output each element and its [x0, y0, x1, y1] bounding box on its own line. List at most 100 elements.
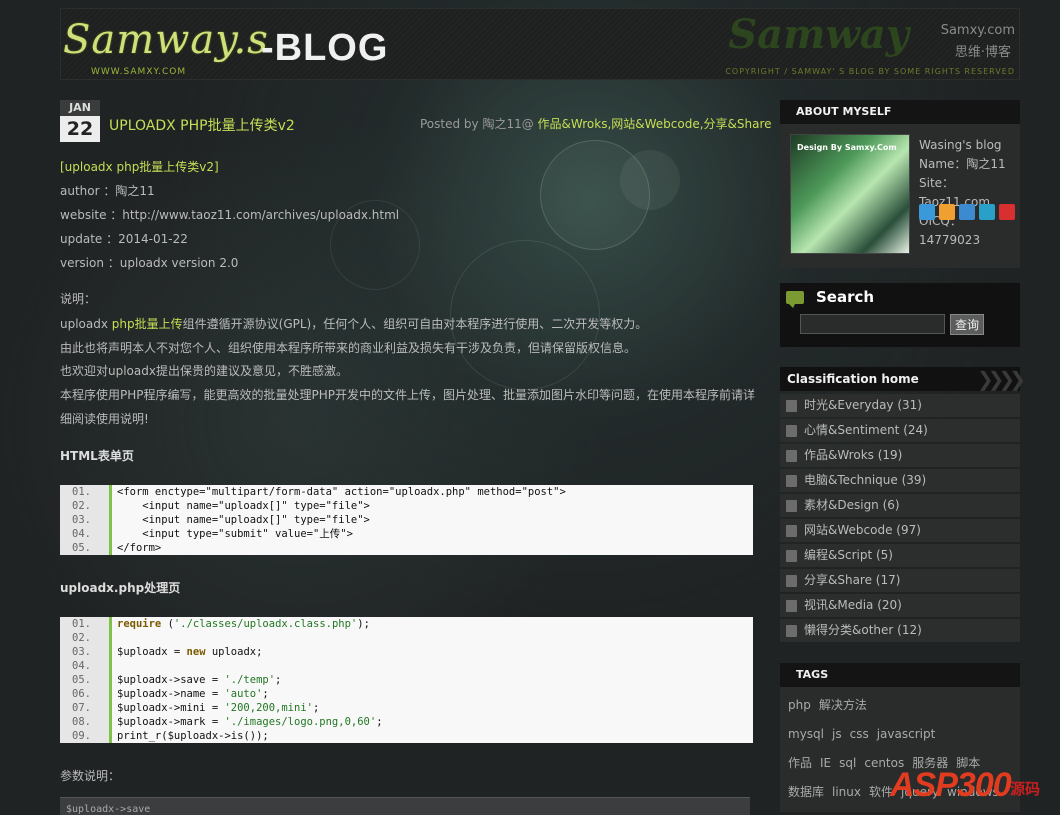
- category-label: 懒得分类&other (12): [804, 623, 922, 637]
- code-line: $uploadx->mark = './images/logo.png,0,60…: [117, 716, 383, 728]
- about-body: Design By Samxy.Com Wasing's blog Name：陶…: [780, 124, 1020, 268]
- watermark-cn: 源码: [1010, 780, 1041, 798]
- code-row: 01. require ('./classes/uploadx.class.php…: [60, 617, 753, 631]
- category-label: 心情&Sentiment (24): [804, 423, 928, 437]
- code-line: print_r($uploadx->is());: [117, 730, 269, 742]
- social-links: [919, 204, 1015, 220]
- line-number: 03.: [60, 513, 112, 527]
- post-version-line: version ：uploadx version 2.0: [60, 256, 239, 270]
- code-line: $uploadx->save: [66, 804, 151, 815]
- post-update-line: update ：2014-01-22: [60, 232, 188, 246]
- search-input[interactable]: [800, 314, 945, 334]
- tag-link[interactable]: IE: [820, 756, 831, 770]
- post-date: JAN 22: [60, 100, 100, 142]
- category-item[interactable]: 电脑&Technique (39): [780, 469, 1020, 492]
- code-block-php: 01. require ('./classes/uploadx.class.php…: [60, 617, 753, 743]
- site-logo[interactable]: Samway.s: [63, 17, 269, 63]
- post-categories-link[interactable]: 作品&Wroks,网站&Webcode,分享&Share: [538, 117, 772, 131]
- description-paragraph-1: uploadx php批量上传组件遵循开源协议(GPL)，任何个人、组织可自由对…: [60, 315, 647, 332]
- post-author-line: author ：陶之11: [60, 184, 155, 198]
- php-upload-link[interactable]: php批量上传: [112, 317, 183, 331]
- line-number: 09.: [60, 729, 112, 743]
- post-title[interactable]: UPLOADX PHP批量上传类v2: [109, 115, 295, 135]
- p1-suffix: 组件遵循开源协议(GPL)，任何个人、组织可自由对本程序进行使用、二次开发等权力…: [182, 317, 648, 331]
- line-number: 03.: [60, 645, 112, 659]
- tag-link[interactable]: sql: [839, 756, 856, 770]
- tag-link[interactable]: css: [850, 727, 869, 741]
- code-row: 02.: [60, 631, 753, 645]
- tag-link[interactable]: php: [788, 698, 811, 712]
- code-row: 05. </form>: [60, 541, 753, 555]
- line-number: 05.: [60, 673, 112, 687]
- code-text: $uploadx =: [117, 646, 187, 658]
- avatar-caption: Design By Samxy.Com: [797, 143, 897, 152]
- category-item[interactable]: 心情&Sentiment (24): [780, 419, 1020, 442]
- tag-link[interactable]: mysql: [788, 727, 824, 741]
- category-item[interactable]: 时光&Everyday (31): [780, 394, 1020, 417]
- code-block-html: 01. <form enctype="multipart/form-data" a…: [60, 485, 753, 555]
- category-item[interactable]: 视讯&Media (20): [780, 594, 1020, 617]
- blog-logo-text[interactable]: -BLOG: [261, 27, 388, 70]
- tag-link[interactable]: 解决方法: [819, 698, 867, 712]
- category-item[interactable]: 素材&Design (6): [780, 494, 1020, 517]
- logo-url: WWW.SAMXY.COM: [91, 67, 187, 77]
- code-string: './images/logo.png,0,60': [224, 716, 377, 728]
- code-row: 04.: [60, 659, 753, 673]
- qq-icon[interactable]: [919, 204, 935, 220]
- code-keyword: require: [117, 618, 162, 630]
- line-number: 02.: [60, 631, 112, 645]
- code-row: 07. $uploadx->mini = '200,200,mini';: [60, 701, 753, 715]
- about-name: Name：陶之11: [919, 157, 1006, 171]
- classification-title: Classification home ❯❯❯❯: [780, 367, 1026, 391]
- header-copyright: COPYRIGHT / SAMWAY' S BLOG BY SOME RIGHT…: [725, 67, 1015, 76]
- rss-icon[interactable]: [939, 204, 955, 220]
- code-text: $uploadx->save =: [117, 674, 225, 686]
- header-right-logo: Samway: [728, 11, 909, 58]
- description-heading: 说明：: [60, 292, 97, 306]
- code-row: 03. <input name="uploadx[]" type="file">: [60, 513, 753, 527]
- line-number: 05.: [60, 541, 112, 555]
- bokeh-decoration: [540, 140, 650, 250]
- category-item[interactable]: 网站&Webcode (97): [780, 519, 1020, 542]
- document-icon: [786, 574, 797, 587]
- category-label: 素材&Design (6): [804, 498, 900, 512]
- html-form-heading: HTML表单页: [60, 449, 134, 463]
- header-right-site: Samxy.com: [940, 23, 1015, 38]
- code-string: '200,200,mini': [224, 702, 313, 714]
- document-icon: [786, 399, 797, 412]
- code-line: $uploadx->name = 'auto';: [117, 688, 269, 700]
- description-paragraph-2: 由此也将声明本人不对您个人、组织使用本程序所带来的商业利益及损失有干涉及负责，但…: [60, 341, 637, 355]
- description-paragraph-4b: 细阅读使用说明!: [60, 412, 149, 426]
- document-icon: [786, 424, 797, 437]
- tag-link[interactable]: 数据库: [788, 785, 824, 799]
- watermark-text: ASP300: [890, 766, 1012, 804]
- search-title: Search: [816, 288, 875, 306]
- tags-title: TAGS: [780, 663, 1020, 687]
- category-label: 视讯&Media (20): [804, 598, 902, 612]
- search-button[interactable]: 查询: [950, 314, 984, 335]
- post-intro-tag[interactable]: [uploadx php批量上传类v2]: [60, 158, 219, 175]
- bokeh-decoration: [620, 150, 680, 210]
- about-title: ABOUT MYSELF: [780, 100, 1020, 124]
- sina-weibo-icon[interactable]: [999, 204, 1015, 220]
- code-text: $uploadx->mark =: [117, 716, 225, 728]
- tag-link[interactable]: linux: [832, 785, 861, 799]
- line-number: 01.: [60, 485, 112, 499]
- category-label: 电脑&Technique (39): [804, 473, 927, 487]
- tag-link[interactable]: 作品: [788, 756, 812, 770]
- qzone-icon[interactable]: [959, 204, 975, 220]
- code-text: $uploadx->name =: [117, 688, 225, 700]
- category-item[interactable]: 懒得分类&other (12): [780, 619, 1020, 642]
- tag-link[interactable]: js: [832, 727, 842, 741]
- code-row: 01. <form enctype="multipart/form-data" a…: [60, 485, 753, 499]
- line-number: 04.: [60, 659, 112, 673]
- tag-link[interactable]: javascript: [877, 727, 936, 741]
- document-icon: [786, 449, 797, 462]
- tencent-weibo-icon[interactable]: [979, 204, 995, 220]
- category-item[interactable]: 分享&Share (17): [780, 569, 1020, 592]
- document-icon: [786, 624, 797, 637]
- category-item[interactable]: 作品&Wroks (19): [780, 444, 1020, 467]
- category-item[interactable]: 编程&Script (5): [780, 544, 1020, 567]
- uploadx-page-heading: uploadx.php处理页: [60, 581, 181, 595]
